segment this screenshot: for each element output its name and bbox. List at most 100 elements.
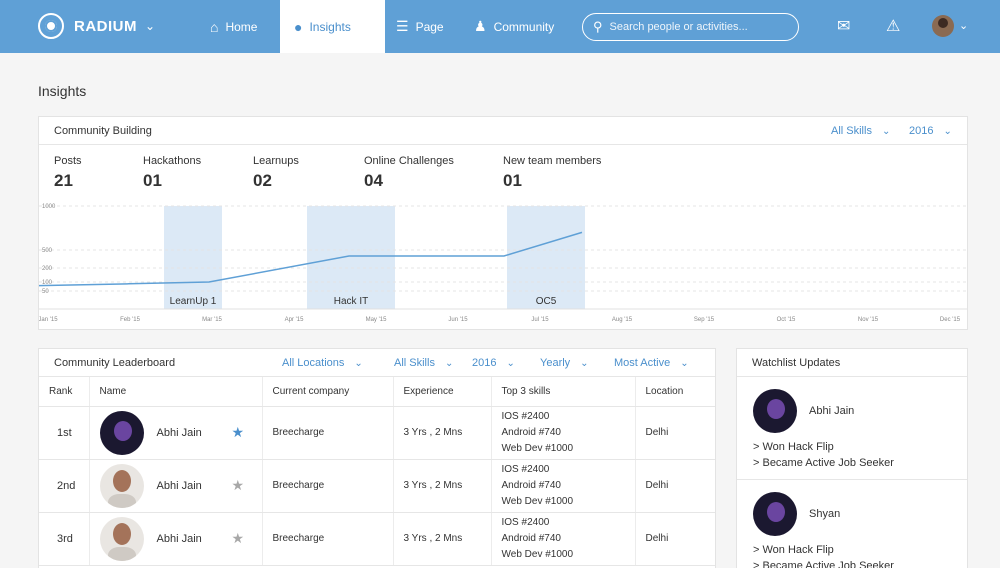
column-header-experience[interactable]: Experience (393, 377, 492, 407)
column-header-location[interactable]: Location (635, 377, 715, 407)
activity-text: > Became Active Job Seeker (753, 560, 894, 568)
table-row[interactable]: 3rd Abhi Jain ★ Breecharge 3 Yrs , 2 Mns… (39, 512, 715, 566)
tab-community-label: Community (493, 19, 555, 34)
tab-page[interactable]: ☰ Page (382, 0, 458, 53)
event-band (164, 206, 222, 309)
skill-item: IOS #2400 (501, 463, 550, 475)
location-filter-label: All Locations (282, 357, 345, 369)
skill-item: Web Dev #1000 (501, 442, 574, 454)
brand-switcher[interactable]: RADIUM ⌄ (38, 13, 155, 39)
person-name[interactable]: Abhi Jain (157, 427, 202, 439)
chevron-down-icon: ⌄ (506, 357, 515, 369)
skill-item: Web Dev #1000 (501, 548, 574, 560)
watchlist-item[interactable]: Shyan > Won Hack Flip > Became Active Jo… (737, 480, 967, 568)
location-cell: Delhi (635, 459, 715, 513)
skill-item: IOS #2400 (501, 410, 550, 422)
person-name[interactable]: Shyan (809, 508, 840, 520)
tab-page-label: Page (415, 19, 444, 34)
event-label: Hack IT (334, 296, 368, 307)
company-cell: Breecharge (262, 512, 394, 566)
stat-online-challenges: Online Challenges 04 (364, 155, 454, 191)
card-header: Community Building All Skills ⌄ 2016 ⌄ (39, 117, 967, 145)
person-name[interactable]: Abhi Jain (157, 533, 202, 545)
x-tick-label: Apr '15 (285, 317, 304, 323)
sort-filter-dropdown[interactable]: Most Active ⌄ (614, 349, 689, 377)
year-filter-dropdown[interactable]: 2016 ⌄ (472, 349, 515, 377)
location-filter-dropdown[interactable]: All Locations ⌄ (282, 349, 363, 377)
home-icon: ⌂ (210, 18, 219, 35)
stat-hackathons: Hackathons 01 (143, 155, 201, 191)
watchlist-item[interactable]: Abhi Jain > Won Hack Flip > Became Activ… (737, 377, 967, 480)
year-filter-label: 2016 (472, 357, 497, 369)
x-tick-label: Jul '15 (531, 317, 549, 323)
star-icon[interactable]: ★ (232, 530, 245, 547)
skill-item: Android #740 (501, 532, 562, 544)
tab-insights[interactable]: ● Insights (280, 0, 385, 53)
tab-community[interactable]: ♟ Community (460, 0, 568, 53)
y-tick-label: 50 (42, 289, 49, 295)
avatar[interactable] (753, 492, 797, 536)
table-row[interactable]: 2nd Abhi Jain ★ Breecharge 3 Yrs , 2 Mns… (39, 459, 715, 513)
card-header: Watchlist Updates (737, 349, 967, 377)
search-input[interactable] (609, 21, 780, 33)
community-activity-chart: LearnUp 1 Hack IT OC5100050020010050Jan '1… (39, 204, 967, 323)
community-icon: ♟ (474, 18, 487, 34)
community-building-card: Community Building All Skills ⌄ 2016 ⌄ P… (38, 116, 968, 330)
event-band (307, 206, 395, 309)
skills-filter-dropdown[interactable]: All Skills ⌄ (394, 349, 453, 377)
avatar[interactable] (753, 389, 797, 433)
skills-filter-dropdown[interactable]: All Skills ⌄ (831, 117, 890, 145)
table-header-row: Rank Name Current company Experience Top… (39, 377, 715, 407)
avatar[interactable] (99, 516, 144, 561)
column-header-rank[interactable]: Rank (39, 377, 90, 407)
event-label: OC5 (536, 296, 557, 307)
year-filter-dropdown[interactable]: 2016 ⌄ (909, 117, 952, 145)
x-tick-label: May '15 (366, 317, 387, 323)
chevron-down-icon: ⌄ (680, 357, 689, 369)
skill-item: Android #740 (501, 479, 562, 491)
sort-filter-label: Most Active (614, 357, 671, 369)
search-box[interactable]: ⚲ (582, 13, 799, 41)
event-band (507, 206, 585, 309)
name-cell: Abhi Jain ★ (89, 459, 263, 513)
table-row[interactable]: 1st Abhi Jain ★ Breecharge 3 Yrs , 2 Mns… (39, 406, 715, 460)
chat-icon[interactable]: ✉ (837, 16, 850, 36)
x-tick-label: Feb '15 (120, 317, 140, 323)
skills-cell: IOS #2400 Android #740 Web Dev #1000 (491, 406, 636, 460)
x-tick-label: Sep '15 (694, 317, 715, 323)
star-icon[interactable]: ★ (232, 424, 245, 441)
column-header-name[interactable]: Name (89, 377, 263, 407)
card-title: Community Building (54, 124, 152, 137)
x-tick-label: Jun '15 (448, 317, 468, 323)
stat-value: 02 (253, 171, 272, 190)
avatar[interactable] (99, 410, 144, 455)
star-icon[interactable]: ★ (232, 477, 245, 494)
stat-label: New team members (503, 155, 602, 167)
tab-home[interactable]: ⌂ Home (196, 0, 271, 53)
experience-cell: 3 Yrs , 2 Mns (393, 459, 492, 513)
person-name[interactable]: Abhi Jain (809, 405, 854, 417)
chevron-down-icon[interactable]: ⌄ (959, 19, 968, 32)
chevron-down-icon: ⌄ (881, 125, 891, 137)
activity-text: > Won Hack Flip (753, 441, 834, 453)
brand-name: RADIUM (74, 17, 137, 35)
user-avatar[interactable] (932, 15, 954, 37)
top-navbar: RADIUM ⌄ ⌂ Home ● Insights ☰ Page ♟ Comm… (0, 0, 1000, 53)
person-name[interactable]: Abhi Jain (157, 480, 202, 492)
period-filter-dropdown[interactable]: Yearly ⌄ (540, 349, 589, 377)
column-header-company[interactable]: Current company (262, 377, 394, 407)
rank-cell: 2nd (39, 459, 90, 513)
bell-icon[interactable]: ⚠ (886, 16, 900, 36)
column-header-skills[interactable]: Top 3 skills (491, 377, 636, 407)
radium-logo-icon (38, 13, 64, 39)
name-cell: Abhi Jain ★ (89, 406, 263, 460)
avatar[interactable] (99, 463, 144, 508)
page-icon: ☰ (396, 18, 409, 34)
year-filter-label: 2016 (909, 125, 934, 137)
experience-cell: 3 Yrs , 2 Mns (393, 512, 492, 566)
stat-value: 01 (503, 171, 522, 190)
event-label: LearnUp 1 (170, 296, 217, 307)
chevron-down-icon: ⌄ (444, 357, 454, 369)
card-title: Community Leaderboard (54, 356, 176, 369)
y-tick-label: 1000 (42, 204, 56, 210)
